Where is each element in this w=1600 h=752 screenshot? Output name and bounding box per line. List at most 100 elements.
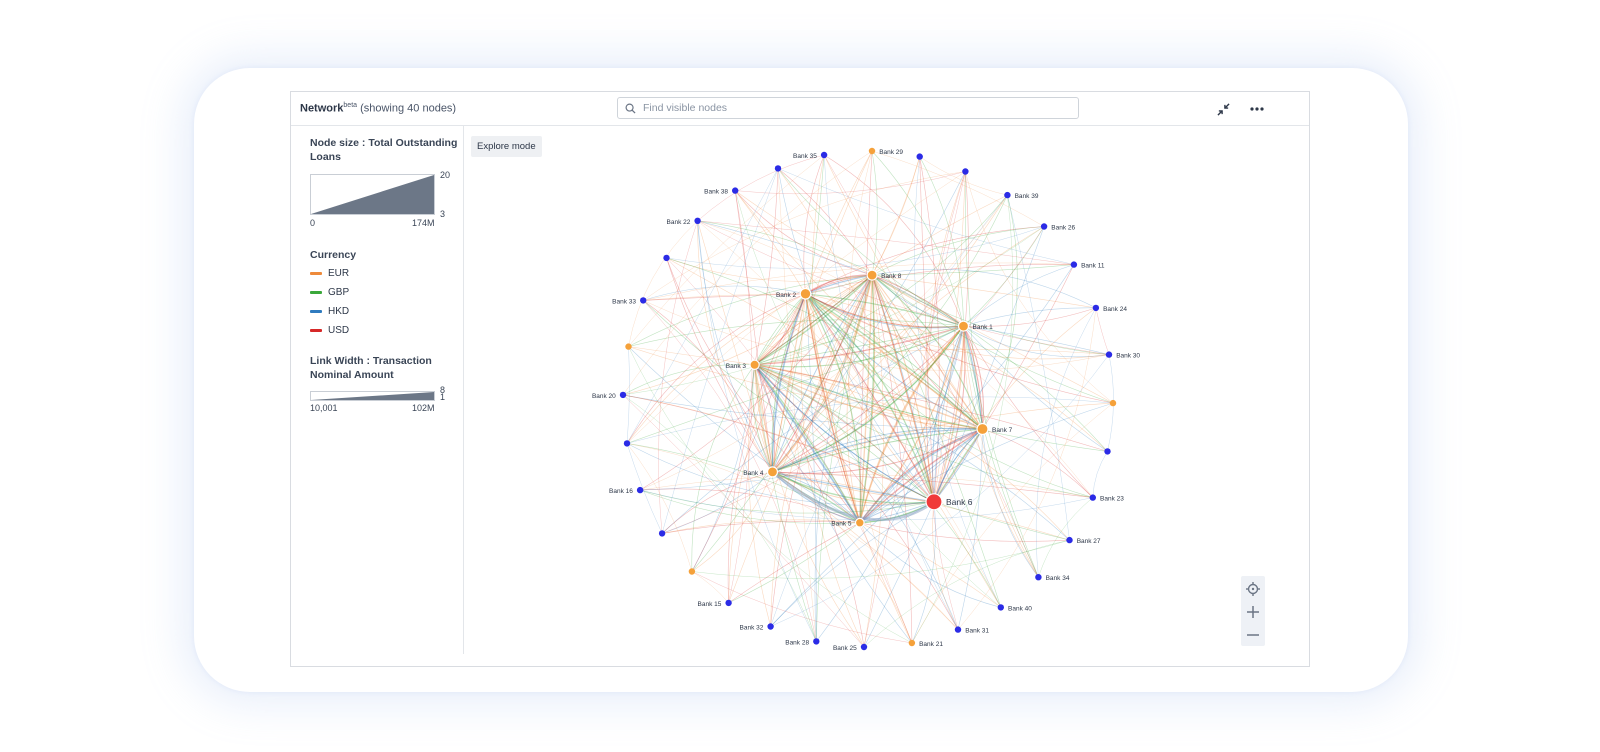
plus-icon[interactable]	[1241, 601, 1265, 623]
network-node-label: Bank 31	[965, 628, 989, 635]
network-node[interactable]	[820, 151, 828, 159]
network-node-label: Bank 28	[785, 639, 809, 646]
network-link	[863, 501, 935, 648]
network-node[interactable]	[732, 187, 739, 194]
network-node[interactable]	[957, 320, 970, 332]
network-node-label: Bank 23	[1100, 496, 1124, 503]
network-node-label: Bank 21	[919, 641, 943, 648]
network-node[interactable]	[1040, 223, 1048, 230]
network-link	[728, 522, 860, 604]
network-node[interactable]	[976, 422, 989, 436]
network-node[interactable]	[625, 343, 632, 350]
network-node[interactable]	[813, 638, 820, 645]
network-node[interactable]	[1004, 191, 1011, 199]
network-node[interactable]	[1105, 351, 1113, 358]
network-link	[871, 150, 878, 276]
network-link	[872, 264, 1074, 276]
network-node[interactable]	[1070, 261, 1078, 268]
network-node-label: Bank 15	[698, 601, 722, 608]
network-node[interactable]	[688, 568, 696, 575]
network-node[interactable]	[725, 599, 732, 607]
network-node[interactable]	[1104, 448, 1111, 455]
network-node-label: Bank 38	[704, 189, 728, 196]
network-node-label: Bank 40	[1008, 605, 1032, 612]
network-link	[697, 220, 773, 473]
network-link	[871, 156, 920, 276]
network-node-label: Bank 20	[592, 393, 616, 400]
network-node[interactable]	[1089, 494, 1096, 501]
network-node[interactable]	[962, 168, 969, 175]
network-node-label: Bank 6	[946, 497, 973, 507]
network-link	[697, 220, 1074, 265]
network-links	[622, 150, 1114, 648]
network-link	[643, 262, 1074, 301]
network-node[interactable]	[854, 517, 865, 528]
network-node[interactable]	[1109, 399, 1117, 407]
minus-icon[interactable]	[1241, 624, 1265, 646]
network-link	[871, 274, 1110, 355]
network-node-label: Bank 11	[1081, 263, 1105, 270]
network-link	[697, 220, 773, 472]
network-node[interactable]	[619, 391, 627, 399]
network-node[interactable]	[925, 493, 943, 511]
network-link	[965, 171, 1114, 404]
network-node-label: Bank 16	[609, 488, 633, 495]
network-node-label: Bank 35	[793, 153, 817, 160]
network-node-label: Bank 24	[1103, 306, 1127, 313]
network-link	[728, 522, 860, 604]
network-link	[626, 346, 630, 444]
network-node-label: Bank 3	[726, 363, 747, 370]
network-node-label: Bank 33	[612, 298, 636, 305]
network-node[interactable]	[1092, 304, 1100, 312]
network-node-label: Bank 22	[667, 219, 691, 226]
network-node[interactable]	[767, 623, 774, 630]
network-link	[697, 220, 773, 473]
network-link	[871, 156, 920, 276]
network-node-label: Bank 32	[740, 625, 764, 632]
network-node[interactable]	[766, 466, 779, 478]
network-node[interactable]	[799, 287, 812, 300]
network-link	[628, 220, 698, 347]
network-node[interactable]	[1066, 536, 1073, 544]
network-link	[691, 364, 755, 572]
network-link	[933, 264, 1075, 502]
network-node-label: Bank 39	[1015, 193, 1039, 200]
network-node[interactable]	[749, 359, 760, 370]
network-node[interactable]	[866, 269, 878, 281]
network-node-label: Bank 34	[1046, 575, 1070, 582]
network-node-label: Bank 30	[1116, 353, 1140, 360]
network-link	[735, 171, 966, 195]
network-graph[interactable]: Bank 35 Bank 29 Bank 39 Bank 26 Bank 11 Bank …	[291, 92, 1309, 666]
network-link	[1095, 307, 1110, 355]
network-node[interactable]	[1035, 574, 1042, 581]
network-link	[628, 346, 860, 523]
network-node-label: Bank 26	[1051, 225, 1075, 232]
network-node[interactable]	[636, 486, 644, 494]
network-node-label: Bank 4	[743, 470, 764, 477]
network-node[interactable]	[658, 530, 666, 537]
network-link	[1092, 451, 1108, 498]
network-link	[691, 364, 755, 572]
network-node[interactable]	[694, 217, 701, 224]
network-link	[871, 150, 1045, 227]
network-node[interactable]	[916, 153, 923, 160]
crosshair-icon[interactable]	[1241, 578, 1265, 600]
network-node[interactable]	[774, 165, 782, 172]
network-panel: Networkbeta (showing 40 nodes) Find visi…	[290, 91, 1310, 667]
network-link	[777, 168, 1074, 265]
network-node[interactable]	[954, 626, 962, 633]
network-node[interactable]	[997, 604, 1004, 611]
network-node-label: Bank 25	[833, 645, 857, 652]
network-node[interactable]	[860, 643, 868, 651]
network-link	[933, 226, 1045, 502]
network-node[interactable]	[623, 440, 631, 447]
network-link	[772, 471, 913, 644]
network-node[interactable]	[908, 639, 916, 647]
network-node-label: Bank 29	[879, 149, 903, 156]
network-node[interactable]	[640, 297, 647, 304]
network-node[interactable]	[663, 254, 670, 262]
network-node[interactable]	[868, 147, 876, 155]
network-node-label: Bank 5	[831, 521, 852, 528]
network-node-label: Bank 27	[1077, 538, 1101, 545]
network-node-label: Bank 1	[973, 324, 994, 331]
